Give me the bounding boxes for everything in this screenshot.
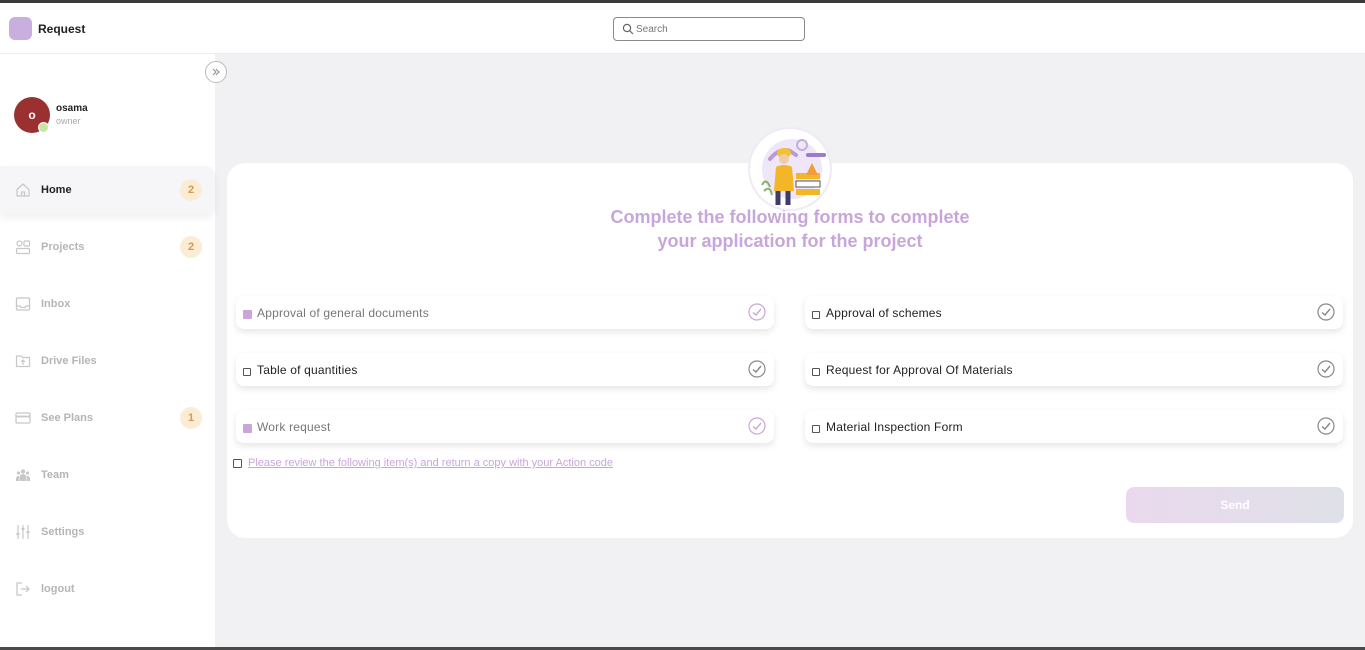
sidebar-item-logout[interactable]: logout bbox=[0, 565, 215, 613]
sidebar-item-label: Inbox bbox=[41, 298, 71, 310]
sidebar-item-label: Settings bbox=[41, 526, 85, 538]
sidebar-item-label: Projects bbox=[41, 241, 85, 253]
check-circle-icon bbox=[1317, 417, 1335, 435]
form-checkbox[interactable] bbox=[812, 368, 820, 376]
form-checkbox[interactable] bbox=[243, 310, 252, 319]
search-input[interactable] bbox=[636, 21, 796, 37]
double-chevron-right-icon bbox=[212, 68, 220, 76]
team-icon bbox=[16, 469, 30, 481]
form-item-work-request[interactable]: Work request bbox=[236, 410, 774, 443]
form-checkbox[interactable] bbox=[812, 311, 820, 319]
search-box[interactable] bbox=[613, 17, 805, 41]
user-role: owner bbox=[56, 116, 81, 126]
sliders-icon bbox=[16, 525, 30, 539]
form-item-request-approval-materials[interactable]: Request for Approval Of Materials bbox=[805, 353, 1343, 386]
app-title: Request bbox=[38, 22, 86, 36]
form-label: Approval of schemes bbox=[826, 306, 942, 320]
form-label: Work request bbox=[257, 420, 331, 434]
sidebar-item-home[interactable]: Home 2 bbox=[0, 166, 215, 214]
inbox-icon bbox=[15, 297, 31, 311]
sidebar-item-projects[interactable]: Projects 2 bbox=[0, 223, 215, 271]
headline-line-2: your application for the project bbox=[657, 231, 923, 251]
search-icon bbox=[622, 23, 634, 35]
sidebar-item-label: See Plans bbox=[41, 412, 93, 424]
form-item-approval-general-documents[interactable]: Approval of general documents bbox=[236, 296, 774, 329]
review-link[interactable]: Please review the following item(s) and … bbox=[248, 457, 613, 469]
send-button[interactable]: Send bbox=[1126, 487, 1344, 523]
form-label: Table of quantities bbox=[257, 363, 358, 377]
sidebar-item-see-plans[interactable]: See Plans 1 bbox=[0, 394, 215, 442]
header: Request bbox=[0, 3, 1365, 54]
check-circle-icon bbox=[748, 303, 766, 321]
notification-badge: 2 bbox=[180, 179, 202, 201]
notification-badge: 2 bbox=[180, 236, 202, 258]
home-icon bbox=[16, 183, 30, 197]
card-icon bbox=[15, 412, 31, 424]
form-item-material-inspection[interactable]: Material Inspection Form bbox=[805, 410, 1343, 443]
sidebar-collapse-button[interactable] bbox=[205, 61, 227, 83]
folder-upload-icon bbox=[15, 355, 31, 368]
sidebar-item-label: Team bbox=[41, 469, 69, 481]
form-label: Approval of general documents bbox=[257, 306, 429, 320]
check-circle-icon bbox=[748, 360, 766, 378]
sidebar-item-settings[interactable]: Settings bbox=[0, 508, 215, 556]
worker-illustration bbox=[748, 127, 832, 211]
form-item-table-of-quantities[interactable]: Table of quantities bbox=[236, 353, 774, 386]
page-headline: Complete the following forms to complete… bbox=[540, 205, 1040, 253]
form-item-approval-schemes[interactable]: Approval of schemes bbox=[805, 296, 1343, 329]
avatar-initial: o bbox=[28, 108, 36, 122]
sidebar: o osama owner Home 2 Projects 2 Inbox Dr… bbox=[0, 54, 215, 650]
sidebar-item-label: Home bbox=[41, 184, 72, 196]
form-label: Material Inspection Form bbox=[826, 420, 963, 434]
review-checkbox[interactable] bbox=[233, 459, 242, 468]
sidebar-item-drive-files[interactable]: Drive Files bbox=[0, 337, 215, 385]
app-logo bbox=[9, 17, 32, 40]
check-circle-icon bbox=[748, 417, 766, 435]
sidebar-item-label: logout bbox=[41, 583, 75, 595]
sidebar-item-inbox[interactable]: Inbox bbox=[0, 280, 215, 328]
sidebar-item-label: Drive Files bbox=[41, 355, 97, 367]
check-circle-icon bbox=[1317, 360, 1335, 378]
form-checkbox[interactable] bbox=[243, 368, 251, 376]
user-name: osama bbox=[56, 103, 88, 114]
form-label: Request for Approval Of Materials bbox=[826, 363, 1013, 377]
online-status-dot bbox=[38, 122, 49, 133]
notification-badge: 1 bbox=[180, 407, 202, 429]
projects-icon bbox=[15, 240, 31, 255]
form-checkbox[interactable] bbox=[812, 425, 820, 433]
check-circle-icon bbox=[1317, 303, 1335, 321]
construction-worker-illustration bbox=[761, 139, 826, 205]
form-checkbox[interactable] bbox=[243, 424, 252, 433]
sidebar-item-team[interactable]: Team bbox=[0, 451, 215, 499]
logout-icon bbox=[16, 582, 30, 596]
